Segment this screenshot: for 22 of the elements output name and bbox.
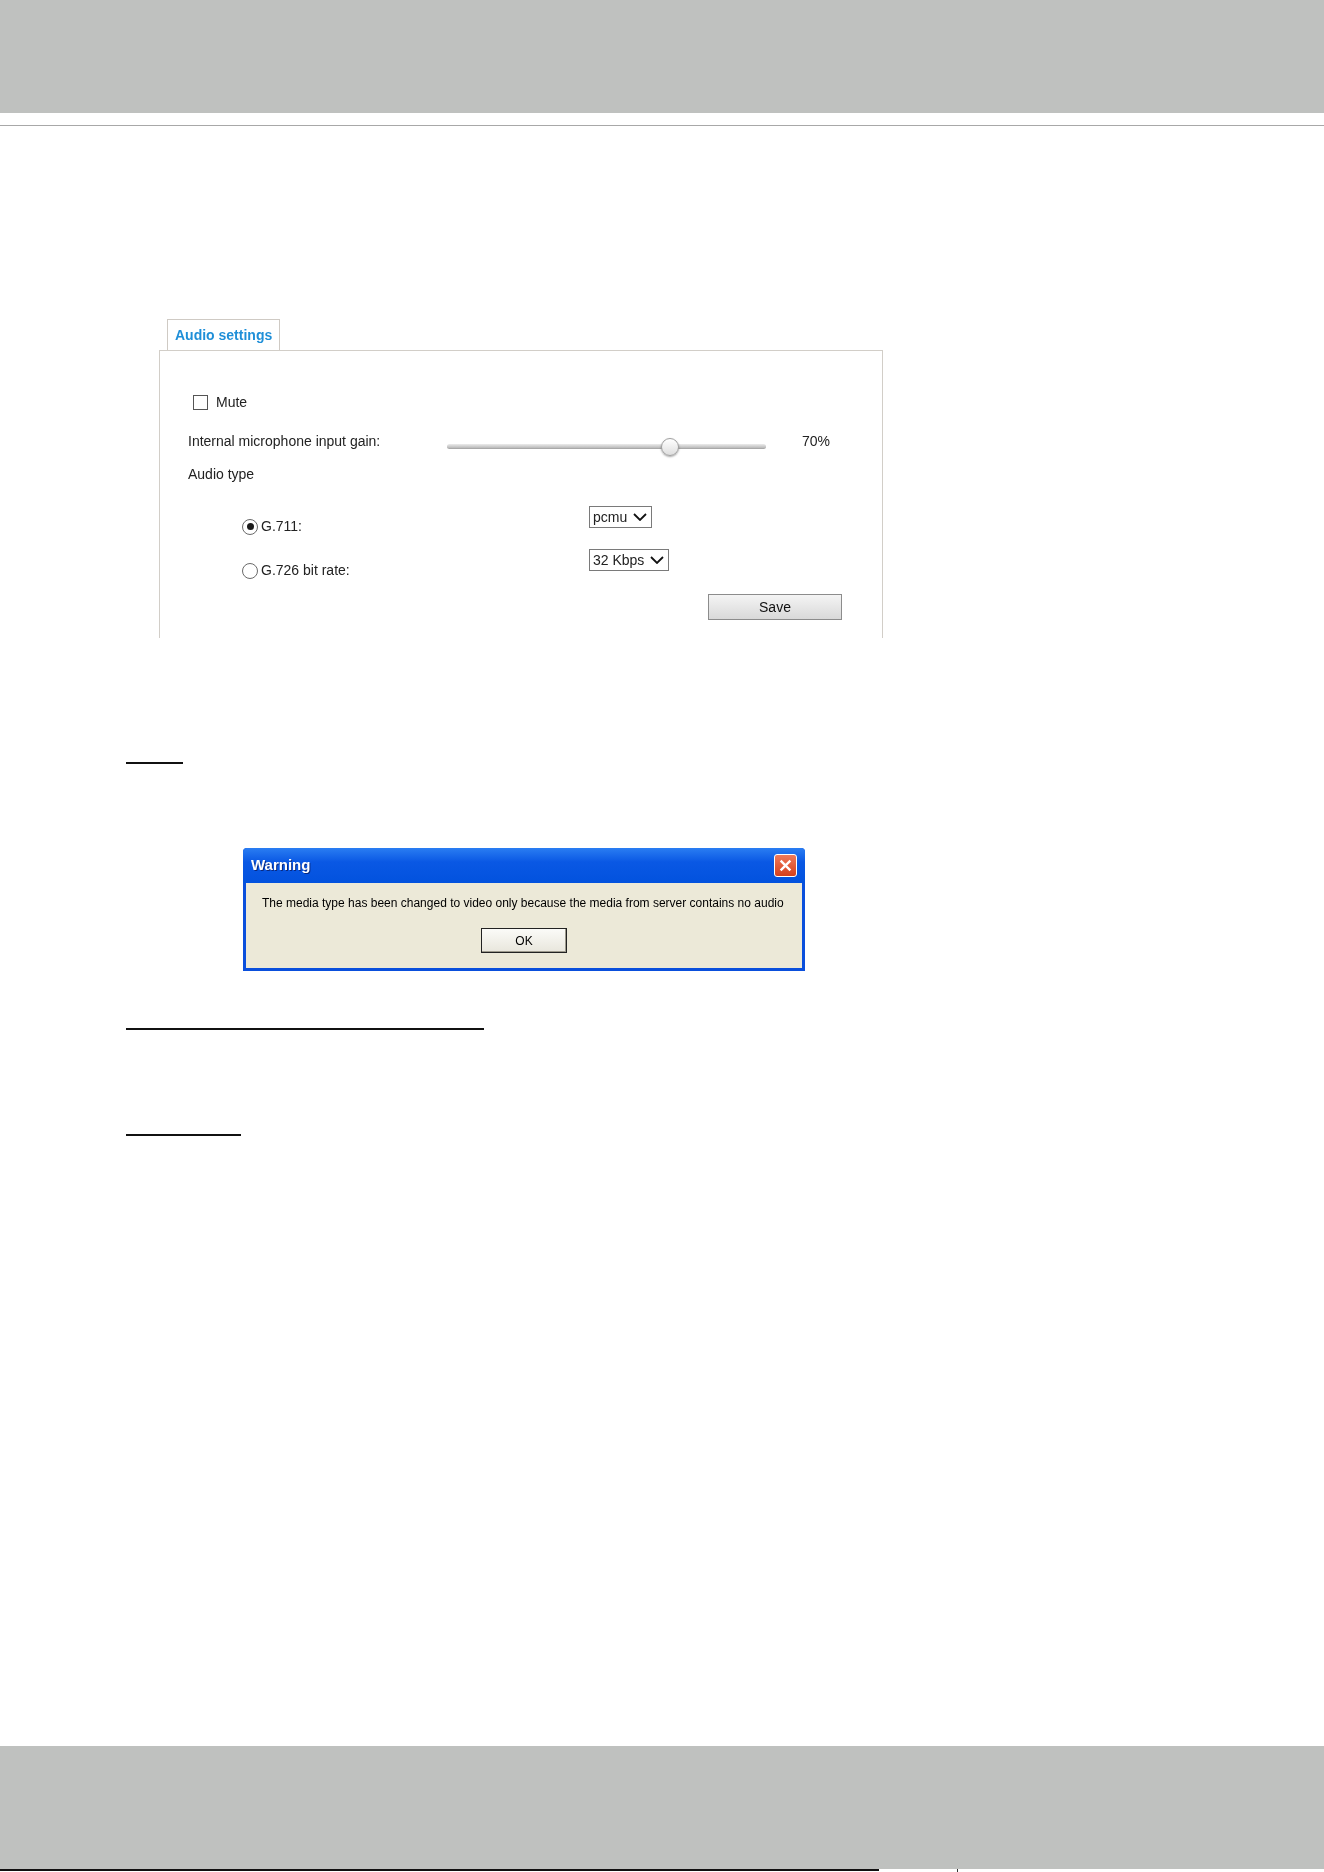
slider-thumb[interactable] (661, 437, 680, 456)
mute-checkbox[interactable] (193, 394, 208, 410)
settings-tab[interactable]: Audio settings (167, 319, 281, 350)
save-button[interactable]: Save (708, 594, 842, 620)
radio-button[interactable] (242, 518, 258, 535)
gain-slider[interactable] (447, 437, 766, 456)
audio-type-label: Audio type (188, 464, 255, 484)
chevron-down-icon (633, 513, 648, 521)
radio-button[interactable] (242, 562, 258, 579)
gain-reading: 70% (802, 431, 831, 451)
close-icon (779, 859, 792, 872)
close-button[interactable] (774, 854, 797, 877)
dialog-message: The media type has been changed to video only because the media from server contains no audio (262, 895, 784, 912)
codec-label: G.726 bit rate: (261, 561, 350, 580)
codec-select[interactable]: pcmu (589, 506, 653, 528)
dialog-title: Warning (251, 855, 311, 876)
codec-label: G.711: (261, 517, 302, 536)
mute-label: Mute (216, 392, 248, 412)
chevron-down-icon (650, 556, 665, 564)
gain-label: Internal microphone input gain: (188, 431, 382, 451)
ok-button[interactable]: OK (481, 928, 567, 953)
codec-select[interactable]: 32 Kbps (589, 549, 670, 571)
